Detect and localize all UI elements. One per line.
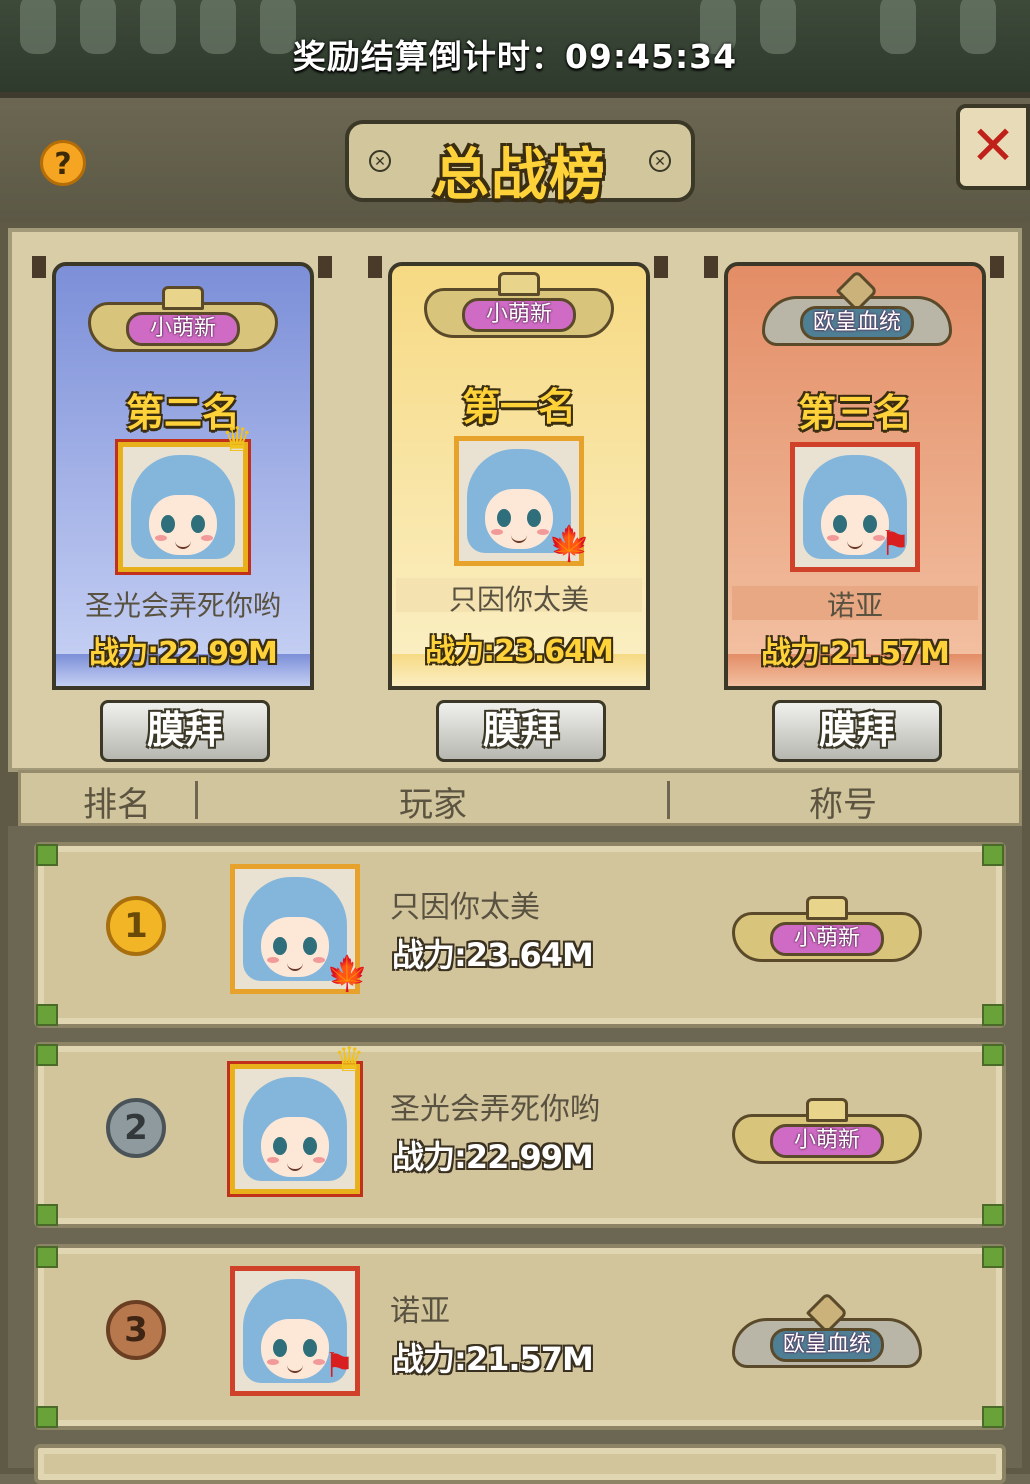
rank-medal-icon: 2	[106, 1098, 166, 1158]
worship-button[interactable]: 膜拜	[772, 700, 942, 762]
podium-player-name: 诺亚	[826, 589, 883, 622]
countdown-time: 09:45:34	[564, 37, 738, 76]
player-name: 只因你太美	[390, 890, 540, 925]
title-badge-icon: 小萌新	[424, 272, 614, 346]
player-name: 诺亚	[390, 1294, 450, 1329]
close-icon: ✕	[970, 114, 1016, 177]
player-power: 战力:22.99M	[392, 1138, 594, 1176]
crown-icon: ♛	[334, 1040, 365, 1080]
player-name: 圣光会弄死你哟	[390, 1092, 600, 1127]
title-badge-icon: 欧皇血统	[732, 1291, 922, 1376]
header-rank: 排名	[83, 785, 151, 825]
avatar[interactable]	[115, 439, 251, 575]
title-badge-icon: 小萌新	[732, 896, 922, 970]
title-badge-icon: 小萌新	[88, 286, 278, 360]
podium-player-name: 圣光会弄死你哟	[84, 589, 281, 622]
title-badge-icon: 欧皇血统	[762, 269, 952, 354]
podium-player-name: 只因你太美	[448, 583, 589, 616]
worship-button[interactable]: 膜拜	[100, 700, 270, 762]
flag-icon: ⚑	[880, 524, 911, 564]
table-header: 排名 玩家 称号	[18, 770, 1022, 826]
table-row[interactable]	[34, 1444, 1006, 1484]
close-button[interactable]: ✕	[956, 104, 1030, 190]
maple-leaf-icon: 🍁	[548, 524, 591, 564]
podium-rank-label: 第三名	[797, 391, 912, 435]
page-title: 总战榜	[433, 143, 607, 208]
player-power: 战力:23.64M	[392, 936, 594, 974]
avatar[interactable]	[227, 1061, 363, 1197]
help-icon[interactable]: ?	[40, 140, 86, 186]
title-plate: ✕ 总战榜 ✕	[345, 120, 695, 208]
maple-leaf-icon: 🍁	[326, 954, 369, 994]
header-title: 称号	[809, 785, 877, 825]
countdown-label: 奖励结算倒计时：	[292, 37, 565, 76]
podium-rank-label: 第二名	[125, 391, 240, 435]
flag-icon: ⚑	[324, 1346, 355, 1386]
worship-button[interactable]: 膜拜	[436, 700, 606, 762]
player-power: 战力:21.57M	[392, 1340, 594, 1378]
podium-rank-label: 第一名	[461, 385, 576, 429]
podium-power: 战力:21.57M	[761, 636, 950, 671]
rivet-icon: ✕	[649, 150, 671, 172]
header-player: 玩家	[399, 785, 467, 825]
reward-countdown: 奖励结算倒计时：09:45:34	[0, 30, 1030, 78]
podium-power: 战力:22.99M	[89, 636, 278, 671]
podium-power: 战力:23.64M	[425, 634, 614, 669]
crown-icon: ♛	[222, 420, 253, 460]
title-badge-icon: 小萌新	[732, 1098, 922, 1172]
rank-medal-icon: 3	[106, 1300, 166, 1360]
rank-medal-icon: 1	[106, 896, 166, 956]
